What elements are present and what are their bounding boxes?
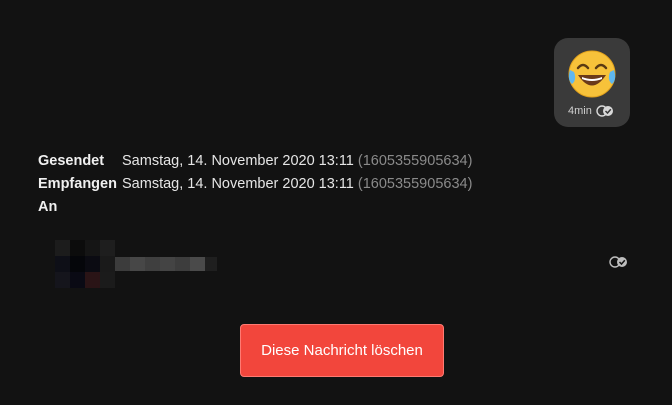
recipient-entry[interactable] bbox=[55, 240, 225, 288]
double-check-icon bbox=[596, 105, 613, 117]
received-value: Samstag, 14. November 2020 13:11 (160535… bbox=[122, 176, 473, 192]
received-timestamp: (1605355905634) bbox=[357, 176, 473, 192]
to-label: An bbox=[38, 199, 58, 215]
message-details: Gesendet Samstag, 14. November 2020 13:1… bbox=[38, 150, 472, 219]
sent-label: Gesendet bbox=[38, 153, 105, 169]
delete-message-button[interactable]: Diese Nachricht löschen bbox=[240, 324, 444, 377]
received-row: Empfangen Samstag, 14. November 2020 13:… bbox=[38, 173, 472, 196]
face-with-tears-of-joy-icon bbox=[568, 50, 616, 98]
message-age: 4min bbox=[568, 105, 592, 117]
sent-row: Gesendet Samstag, 14. November 2020 13:1… bbox=[38, 150, 472, 173]
message-meta: 4min bbox=[568, 104, 624, 118]
received-label: Empfangen bbox=[38, 176, 117, 192]
sent-timestamp: (1605355905634) bbox=[357, 153, 473, 169]
to-row: An bbox=[38, 196, 472, 219]
sent-value: Samstag, 14. November 2020 13:11 (160535… bbox=[122, 153, 473, 169]
double-check-icon bbox=[609, 256, 627, 268]
message-bubble[interactable]: 4min bbox=[554, 38, 630, 127]
